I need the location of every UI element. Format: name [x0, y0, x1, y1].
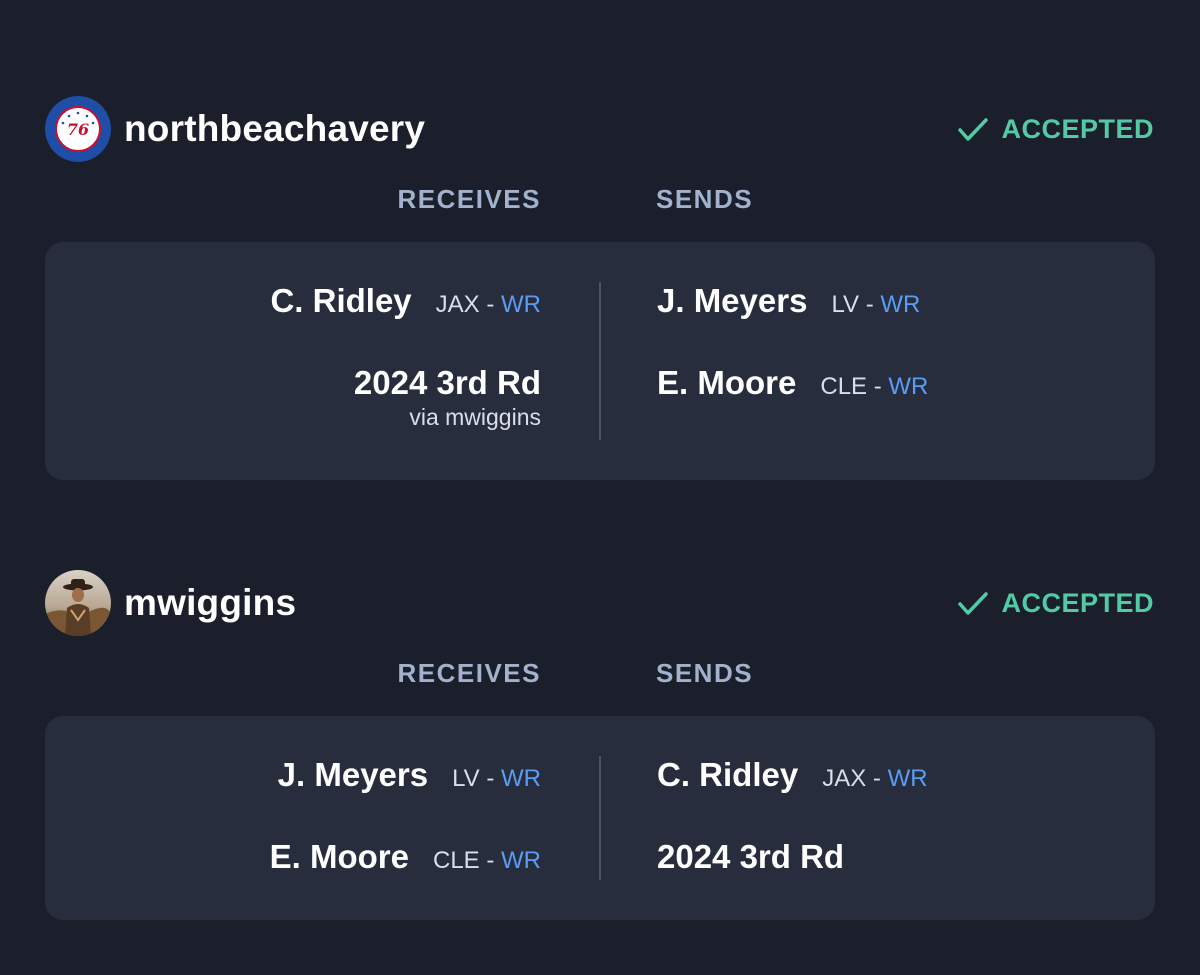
- column-headers: RECEIVES SENDS: [0, 638, 1200, 716]
- cowboy-photo-icon: [45, 570, 111, 636]
- sends-header: SENDS: [656, 184, 754, 214]
- team-abbr: LV: [831, 291, 860, 318]
- position: WR: [887, 765, 928, 792]
- trade-card: J. Meyers LV - WR E. Moore CLE - WR C. R…: [45, 716, 1155, 920]
- trade-card: C. Ridley JAX - WR 2024 3rd Rd via mwigg…: [45, 242, 1155, 480]
- team-abbr: JAX: [822, 765, 867, 792]
- user-avatar[interactable]: 76: [45, 96, 111, 162]
- player-name[interactable]: J. Meyers: [278, 756, 428, 794]
- position: WR: [501, 765, 541, 792]
- asset-item[interactable]: 2024 3rd Rd: [657, 798, 1137, 880]
- player-meta: LV - WR: [452, 765, 541, 793]
- receives-header: RECEIVES: [397, 184, 541, 214]
- asset-item[interactable]: J. Meyers LV - WR: [657, 242, 1137, 324]
- trade-user-row: mwiggins ACCEPTED: [0, 570, 1200, 638]
- player-name[interactable]: E. Moore: [270, 838, 409, 876]
- asset-item[interactable]: E. Moore CLE - WR: [61, 798, 541, 880]
- team-abbr: JAX: [435, 291, 480, 318]
- username[interactable]: mwiggins: [124, 582, 296, 624]
- player-name[interactable]: C. Ridley: [657, 756, 798, 794]
- player-name[interactable]: J. Meyers: [657, 282, 807, 320]
- status-badge: ACCEPTED: [957, 114, 1154, 145]
- column-headers: RECEIVES SENDS: [0, 164, 1200, 242]
- trade-block: mwiggins ACCEPTED RECEIVES SENDS J. Meye…: [0, 570, 1200, 920]
- position: WR: [501, 291, 541, 318]
- separator: -: [486, 765, 495, 792]
- player-name[interactable]: E. Moore: [657, 364, 796, 402]
- svg-text:76: 76: [67, 120, 89, 139]
- position: WR: [501, 847, 541, 874]
- 76ers-logo-icon: 76: [45, 96, 111, 162]
- separator: -: [486, 847, 495, 874]
- separator: -: [873, 373, 882, 400]
- team-abbr: CLE: [432, 847, 480, 874]
- sends-header: SENDS: [656, 658, 754, 688]
- player-name[interactable]: C. Ridley: [270, 282, 411, 320]
- pick-origin: via mwiggins: [409, 404, 541, 430]
- player-meta: JAX - WR: [436, 291, 541, 319]
- username[interactable]: northbeachavery: [124, 108, 425, 150]
- status-label: ACCEPTED: [1001, 114, 1154, 144]
- check-icon: [958, 117, 989, 141]
- player-meta: CLE - WR: [433, 847, 541, 875]
- asset-item[interactable]: C. Ridley JAX - WR: [657, 716, 1137, 798]
- team-abbr: CLE: [820, 373, 868, 400]
- separator: -: [865, 291, 874, 318]
- asset-item[interactable]: J. Meyers LV - WR: [61, 716, 541, 798]
- column-divider: [599, 282, 601, 440]
- player-meta: JAX - WR: [822, 765, 927, 793]
- check-icon: [958, 591, 989, 615]
- asset-item[interactable]: 2024 3rd Rd via mwiggins: [61, 324, 541, 430]
- position: WR: [880, 291, 921, 318]
- player-meta: CLE - WR: [820, 373, 928, 401]
- pick-name: 2024 3rd Rd: [353, 364, 541, 401]
- status-label: ACCEPTED: [1001, 588, 1154, 618]
- team-abbr: LV: [452, 765, 480, 792]
- receives-header: RECEIVES: [397, 658, 541, 688]
- status-badge: ACCEPTED: [957, 588, 1154, 619]
- position: WR: [888, 373, 929, 400]
- separator: -: [486, 291, 495, 318]
- pick-name: 2024 3rd Rd: [657, 838, 845, 875]
- trade-block: 76 northbeachavery ACCEPTED RECEIVES SEN…: [0, 96, 1200, 480]
- player-meta: LV - WR: [831, 291, 920, 319]
- user-avatar[interactable]: [45, 570, 111, 636]
- column-divider: [599, 756, 601, 880]
- trade-user-row: 76 northbeachavery ACCEPTED: [0, 96, 1200, 164]
- separator: -: [872, 765, 881, 792]
- asset-item[interactable]: C. Ridley JAX - WR: [61, 242, 541, 324]
- asset-item[interactable]: E. Moore CLE - WR: [657, 324, 1137, 406]
